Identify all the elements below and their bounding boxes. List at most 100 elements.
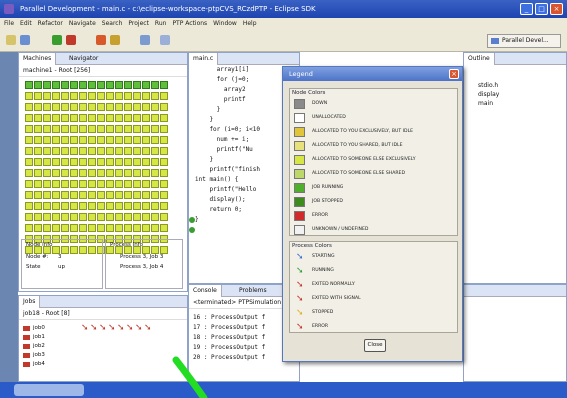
node-cell[interactable] — [43, 169, 51, 177]
node-cell[interactable] — [43, 103, 51, 111]
node-cell[interactable] — [79, 92, 87, 100]
node-cell[interactable] — [79, 114, 87, 122]
node-cell[interactable] — [97, 180, 105, 188]
node-cell[interactable] — [70, 81, 78, 89]
code-line[interactable]: printf — [195, 95, 260, 105]
menu-ptp-actions[interactable]: PTP Actions — [172, 18, 207, 30]
search-icon[interactable] — [110, 35, 120, 45]
node-cell[interactable] — [43, 114, 51, 122]
node-cell[interactable] — [70, 147, 78, 155]
node-cell[interactable] — [97, 213, 105, 221]
node-cell[interactable] — [97, 147, 105, 155]
node-cell[interactable] — [115, 147, 123, 155]
node-cell[interactable] — [88, 202, 96, 210]
node-cell[interactable] — [115, 125, 123, 133]
node-cell[interactable] — [61, 147, 69, 155]
node-cell[interactable] — [25, 114, 33, 122]
node-cell[interactable] — [25, 81, 33, 89]
new-icon[interactable] — [6, 35, 16, 45]
node-cell[interactable] — [160, 114, 168, 122]
node-cell[interactable] — [142, 147, 150, 155]
node-cell[interactable] — [25, 136, 33, 144]
job-item[interactable]: job3 — [23, 351, 45, 360]
node-cell[interactable] — [142, 158, 150, 166]
node-cell[interactable] — [43, 92, 51, 100]
node-cell[interactable] — [142, 191, 150, 199]
node-cell[interactable] — [25, 213, 33, 221]
node-cell[interactable] — [43, 191, 51, 199]
node-cell[interactable] — [115, 158, 123, 166]
node-cell[interactable] — [151, 125, 159, 133]
node-cell[interactable] — [133, 103, 141, 111]
node-cell[interactable] — [52, 169, 60, 177]
node-cell[interactable] — [151, 180, 159, 188]
node-cell[interactable] — [79, 202, 87, 210]
outline-item[interactable]: display — [478, 90, 499, 99]
node-cell[interactable] — [142, 125, 150, 133]
node-cell[interactable] — [142, 224, 150, 232]
code-line[interactable]: printf("Hello — [195, 185, 260, 195]
node-cell[interactable] — [106, 191, 114, 199]
node-cell[interactable] — [97, 114, 105, 122]
node-grid[interactable] — [25, 81, 173, 257]
node-cell[interactable] — [106, 213, 114, 221]
node-cell[interactable] — [133, 125, 141, 133]
node-cell[interactable] — [52, 81, 60, 89]
code-line[interactable]: num += i; — [195, 135, 260, 145]
node-cell[interactable] — [34, 213, 42, 221]
node-cell[interactable] — [124, 224, 132, 232]
minimize-button[interactable]: _ — [520, 3, 533, 15]
node-cell[interactable] — [97, 158, 105, 166]
node-cell[interactable] — [79, 125, 87, 133]
node-cell[interactable] — [43, 213, 51, 221]
breakpoint-marker-icon[interactable] — [189, 217, 195, 223]
node-cell[interactable] — [160, 92, 168, 100]
node-cell[interactable] — [115, 191, 123, 199]
node-cell[interactable] — [79, 180, 87, 188]
node-cell[interactable] — [124, 81, 132, 89]
job-item[interactable]: job1 — [23, 333, 45, 342]
node-cell[interactable] — [133, 202, 141, 210]
node-cell[interactable] — [88, 180, 96, 188]
node-cell[interactable] — [34, 202, 42, 210]
node-cell[interactable] — [79, 191, 87, 199]
node-cell[interactable] — [124, 180, 132, 188]
node-cell[interactable] — [142, 136, 150, 144]
node-cell[interactable] — [34, 158, 42, 166]
node-cell[interactable] — [70, 136, 78, 144]
menu-navigate[interactable]: Navigate — [69, 18, 96, 30]
node-cell[interactable] — [124, 202, 132, 210]
node-cell[interactable] — [61, 213, 69, 221]
node-cell[interactable] — [61, 191, 69, 199]
node-cell[interactable] — [52, 103, 60, 111]
menu-refactor[interactable]: Refactor — [38, 18, 63, 30]
node-cell[interactable] — [160, 180, 168, 188]
node-cell[interactable] — [106, 169, 114, 177]
node-cell[interactable] — [70, 202, 78, 210]
node-cell[interactable] — [106, 92, 114, 100]
node-cell[interactable] — [106, 136, 114, 144]
node-cell[interactable] — [52, 191, 60, 199]
node-cell[interactable] — [61, 103, 69, 111]
node-cell[interactable] — [25, 202, 33, 210]
node-cell[interactable] — [61, 224, 69, 232]
node-cell[interactable] — [34, 125, 42, 133]
node-cell[interactable] — [124, 213, 132, 221]
node-cell[interactable] — [25, 191, 33, 199]
node-cell[interactable] — [115, 169, 123, 177]
node-cell[interactable] — [142, 103, 150, 111]
menu-search[interactable]: Search — [102, 18, 123, 30]
node-cell[interactable] — [25, 92, 33, 100]
node-cell[interactable] — [43, 202, 51, 210]
node-cell[interactable] — [88, 224, 96, 232]
node-cell[interactable] — [151, 103, 159, 111]
menu-window[interactable]: Window — [213, 18, 237, 30]
node-cell[interactable] — [61, 158, 69, 166]
perspective-switcher[interactable]: Parallel Devel... — [487, 34, 561, 48]
node-cell[interactable] — [25, 103, 33, 111]
close-window-button[interactable]: × — [550, 3, 563, 15]
node-cell[interactable] — [97, 81, 105, 89]
node-cell[interactable] — [70, 191, 78, 199]
node-cell[interactable] — [25, 158, 33, 166]
node-cell[interactable] — [97, 224, 105, 232]
